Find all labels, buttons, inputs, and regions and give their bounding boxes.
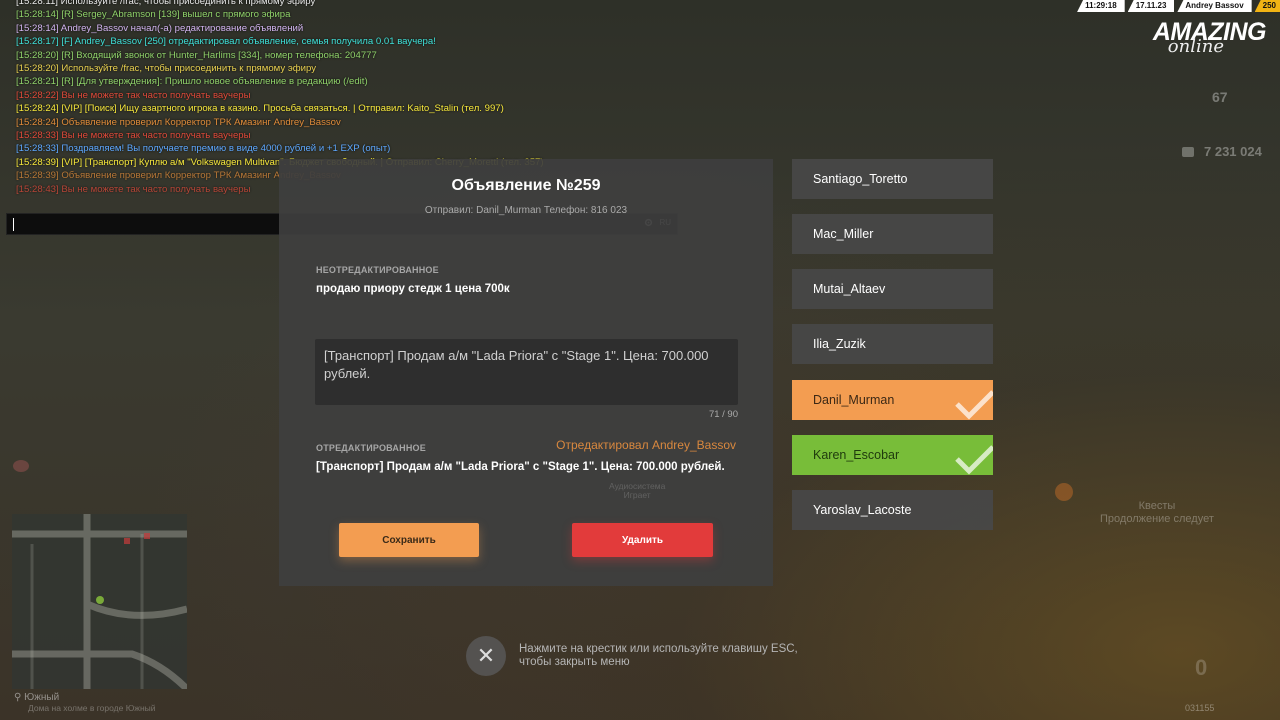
- chat-line: [15:28:21] [R] [Для утверждения]: Пришло…: [16, 76, 368, 88]
- map-marker: [124, 538, 130, 544]
- player-name: Andrey Bassov: [1177, 0, 1252, 12]
- editor-list-item[interactable]: Santiago_Toretto: [792, 159, 993, 199]
- editor-list-item[interactable]: Yaroslav_Lacoste: [792, 490, 993, 530]
- chat-line: [15:28:20] [R] Входящий звонок от Hunter…: [16, 49, 377, 61]
- quest-title: Квесты: [1138, 500, 1176, 512]
- clock: 11:29:18: [1077, 0, 1125, 12]
- zone-name: ⚲ Южный: [14, 692, 60, 703]
- close-hint: Нажмите на крестик или используйте клави…: [519, 643, 798, 668]
- chat-line: [15:28:24] [VIP] [Поиск] Ищу азартного и…: [16, 103, 504, 115]
- original-label: НЕОТРЕДАКТИРОВАННОЕ: [316, 265, 439, 275]
- editor-name: Yaroslav_Lacoste: [813, 503, 912, 517]
- player-level-badge: 250: [1254, 0, 1280, 12]
- checkmark-icon: [955, 390, 993, 420]
- player-marker: [96, 596, 104, 604]
- zone-info: ⚲ Южный Дома на холме в городе Южный: [14, 692, 156, 714]
- editor-list-item[interactable]: Mac_Miller: [792, 214, 993, 254]
- ad-edit-modal: Объявление №259 Отправил: Danil_Murman Т…: [279, 159, 773, 586]
- chat-line: [15:28:20] Используйте /frac, чтобы прис…: [16, 63, 317, 75]
- location-pin-icon: ⚲: [14, 692, 25, 703]
- money-display: 7 231 024: [1182, 144, 1262, 159]
- chat-line: [15:28:14] [R] Sergey_Abramson [139] выш…: [16, 9, 291, 21]
- edited-label: ОТРЕДАКТИРОВАННОЕ: [316, 443, 426, 453]
- chat-line: [15:28:24] Объявление проверил Корректор…: [16, 116, 341, 128]
- chat-line: [15:28:33] Вы не можете так часто получа…: [16, 130, 251, 142]
- odometer-value: 031155: [1185, 703, 1215, 713]
- game-logo: AMAZING online: [1116, 18, 1267, 58]
- chat-line: [15:28:33] Поздравляем! Вы получаете пре…: [16, 143, 391, 155]
- checkmark-icon: [955, 445, 993, 475]
- background-audio-label: Аудиосистема Играет: [609, 481, 666, 500]
- map-marker: [144, 533, 150, 539]
- zone-subtitle: Дома на холме в городе Южный: [28, 703, 156, 713]
- quest-icon: [1055, 483, 1073, 501]
- editor-list-item[interactable]: Ilia_Zuzik: [792, 324, 993, 364]
- editor-name: Mac_Miller: [813, 227, 874, 241]
- editor-name: Danil_Murman: [813, 393, 895, 407]
- speedometer-value: 0: [1195, 655, 1208, 680]
- health-value: 67: [1212, 89, 1228, 105]
- close-icon[interactable]: ✕: [466, 636, 506, 676]
- ad-edit-value[interactable]: [Транспорт] Продам а/м "Lada Priora" с "…: [324, 347, 728, 383]
- original-ad-text: продаю приору стедж 1 цена 700к: [316, 283, 510, 295]
- editor-name: Mutai_Altaev: [813, 282, 886, 296]
- ad-sender-info: Отправил: Danil_Murman Телефон: 816 023: [424, 205, 628, 216]
- wallet-icon: [1182, 146, 1194, 157]
- editor-name: Santiago_Toretto: [813, 172, 908, 186]
- edited-ad-text: [Транспорт] Продам а/м "Lada Priora" с "…: [316, 461, 725, 473]
- chat-line: [15:28:14] Andrey_Bassov начал(-а) редак…: [16, 22, 304, 34]
- avatar: [13, 460, 29, 472]
- chat-line: [15:28:11] Используйте /frac, чтобы прис…: [16, 0, 316, 7]
- ad-edit-field[interactable]: [Транспорт] Продам а/м "Lada Priora" с "…: [315, 339, 738, 405]
- chat-line: [15:28:22] Вы не можете так часто получа…: [16, 89, 251, 101]
- text-caret: [13, 218, 14, 231]
- minimap: [12, 514, 187, 689]
- editor-name: Karen_Escobar: [813, 448, 900, 462]
- char-counter: 71 / 90: [708, 409, 738, 420]
- modal-title: Объявление №259: [451, 177, 601, 194]
- status-bar: 11:29:18 17.11.23 Andrey Bassov 250: [1074, 0, 1280, 12]
- editor-list-item[interactable]: Mutai_Altaev: [792, 269, 993, 309]
- money-value: 7 231 024: [1204, 144, 1262, 159]
- edited-by: Отредактировал Andrey_Bassov: [556, 438, 736, 452]
- editor-list-item-selected[interactable]: Karen_Escobar: [792, 435, 993, 475]
- quest-subtitle: Продолжение следует: [1100, 513, 1214, 525]
- quest-tracker: Квесты Продолжение следует: [1100, 500, 1214, 526]
- logo-sub-text: online: [1167, 36, 1224, 57]
- date: 17.11.23: [1127, 0, 1175, 12]
- save-button[interactable]: Сохранить: [339, 523, 479, 557]
- editor-list-item-selected[interactable]: Danil_Murman: [792, 380, 993, 420]
- editor-name: Ilia_Zuzik: [813, 337, 866, 351]
- minimap-roads: [12, 514, 187, 689]
- delete-button[interactable]: Удалить: [572, 523, 713, 557]
- chat-line: [15:28:17] [F] Andrey_Bassov [250] отред…: [16, 36, 436, 48]
